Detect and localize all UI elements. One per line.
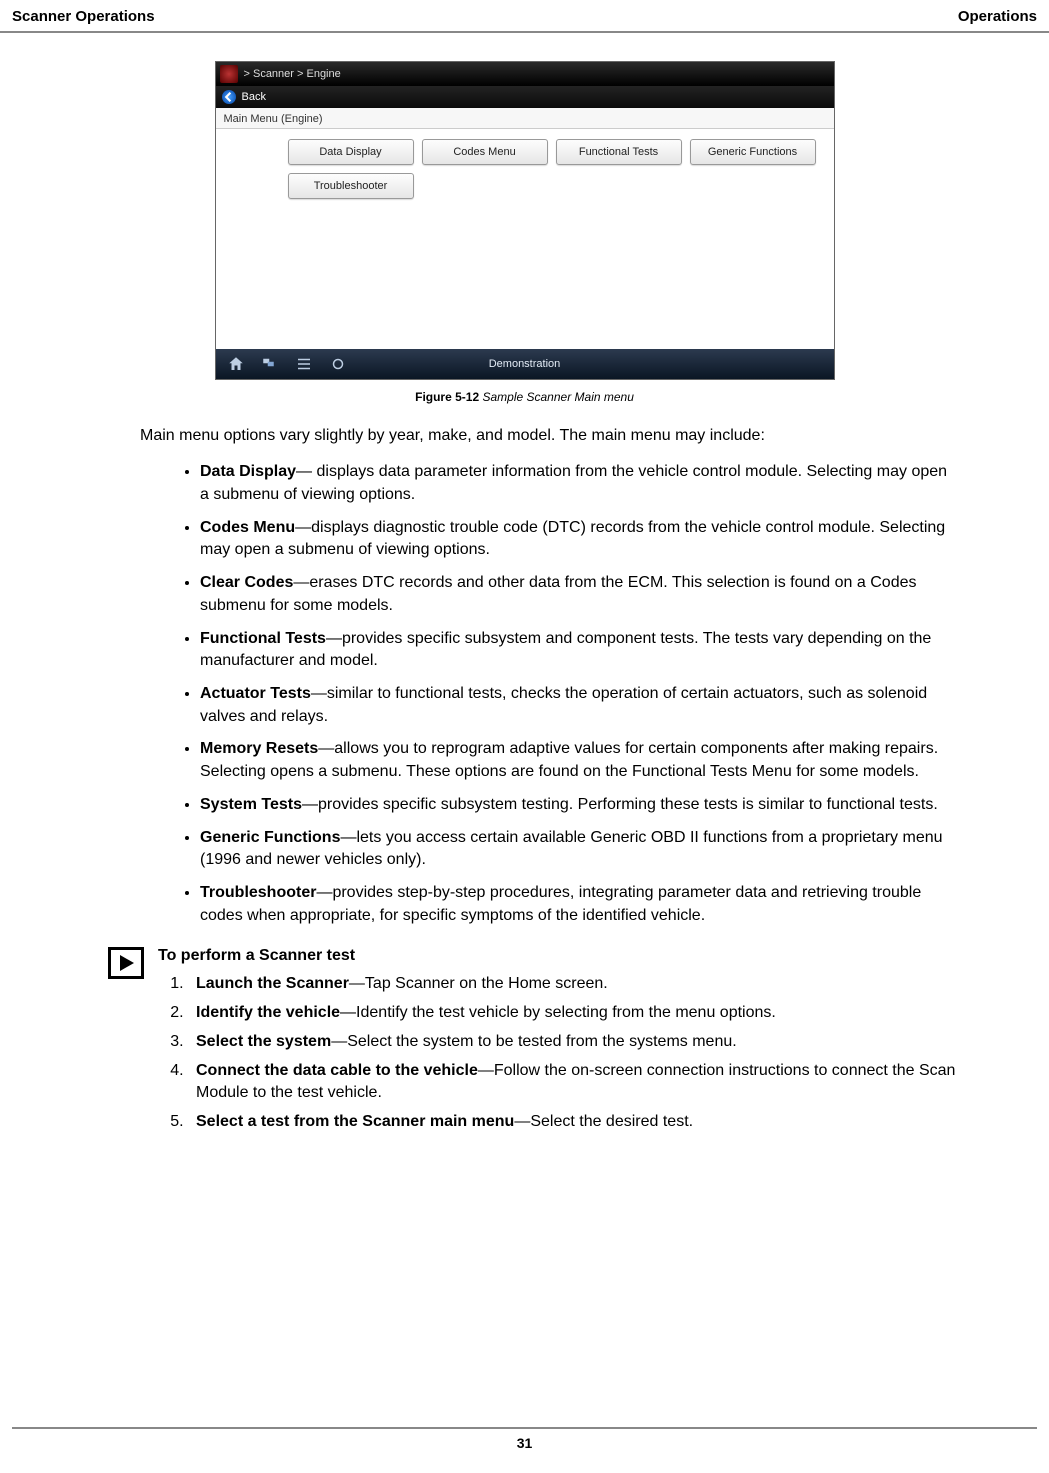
list-item: Codes Menu—displays diagnostic trouble c… xyxy=(200,517,959,562)
data-display-button[interactable]: Data Display xyxy=(288,139,414,165)
device-bottombar: Demonstration xyxy=(216,349,834,379)
list-item: Clear Codes—erases DTC records and other… xyxy=(200,572,959,617)
screen-title: Main Menu (Engine) xyxy=(216,108,834,129)
button-area: Data Display Codes Menu Functional Tests… xyxy=(216,129,834,349)
procedure-body: To perform a Scanner test Launch the Sca… xyxy=(158,947,999,1139)
list-item: Data Display— displays data parameter in… xyxy=(200,461,959,506)
term: Actuator Tests xyxy=(200,685,311,702)
step-term: Select the system xyxy=(196,1033,331,1050)
term: Generic Functions xyxy=(200,829,340,846)
device-screenshot: > Scanner > Engine Back Main Menu (Engin… xyxy=(215,61,835,380)
page-content: > Scanner > Engine Back Main Menu (Engin… xyxy=(0,33,1049,1140)
generic-functions-button[interactable]: Generic Functions xyxy=(690,139,816,165)
list-item: Actuator Tests—similar to functional tes… xyxy=(200,683,959,728)
figure-caption: Figure 5-12 Sample Scanner Main menu xyxy=(215,390,835,404)
desc: — displays data parameter information fr… xyxy=(200,463,947,503)
caption-number: Figure 5-12 xyxy=(415,390,479,404)
list-item: Functional Tests—provides specific subsy… xyxy=(200,628,959,673)
step: Launch the Scanner—Tap Scanner on the Ho… xyxy=(188,973,959,996)
caption-text: Sample Scanner Main menu xyxy=(479,390,634,404)
back-label[interactable]: Back xyxy=(242,91,266,103)
list-item: System Tests—provides specific subsystem… xyxy=(200,794,959,817)
list-item: Troubleshooter—provides step-by-step pro… xyxy=(200,882,959,927)
list-icon[interactable] xyxy=(294,354,314,374)
term: Functional Tests xyxy=(200,630,326,647)
troubleshooter-button[interactable]: Troubleshooter xyxy=(288,173,414,199)
page-number: 31 xyxy=(12,1427,1037,1451)
step-desc: —Tap Scanner on the Home screen. xyxy=(349,975,608,992)
step-term: Select a test from the Scanner main menu xyxy=(196,1113,514,1130)
header-right: Operations xyxy=(958,8,1037,25)
device-topbar: > Scanner > Engine xyxy=(216,62,834,86)
procedure-title: To perform a Scanner test xyxy=(158,947,959,965)
definitions-list: Data Display— displays data parameter in… xyxy=(200,461,959,927)
step-desc: —Select the desired test. xyxy=(514,1113,693,1130)
list-item: Memory Resets—allows you to reprogram ad… xyxy=(200,738,959,783)
demo-label: Demonstration xyxy=(489,358,561,370)
procedure-steps: Launch the Scanner—Tap Scanner on the Ho… xyxy=(188,973,959,1133)
step: Select the system—Select the system to b… xyxy=(188,1031,959,1054)
functional-tests-button[interactable]: Functional Tests xyxy=(556,139,682,165)
button-row-2: Troubleshooter xyxy=(288,173,820,199)
home-icon[interactable] xyxy=(226,354,246,374)
step: Identify the vehicle—Identify the test v… xyxy=(188,1002,959,1025)
step-term: Connect the data cable to the vehicle xyxy=(196,1062,478,1079)
page-header: Scanner Operations Operations xyxy=(0,0,1049,33)
procedure-block: To perform a Scanner test Launch the Sca… xyxy=(50,947,999,1139)
term: System Tests xyxy=(200,796,302,813)
term: Codes Menu xyxy=(200,519,295,536)
step-desc: —Select the system to be tested from the… xyxy=(331,1033,737,1050)
term: Troubleshooter xyxy=(200,884,316,901)
step: Select a test from the Scanner main menu… xyxy=(188,1111,959,1134)
intro-paragraph: Main menu options vary slightly by year,… xyxy=(140,424,999,447)
button-row-1: Data Display Codes Menu Functional Tests… xyxy=(288,139,820,165)
procedure-play-icon xyxy=(108,947,144,979)
tool-icon[interactable] xyxy=(328,354,348,374)
desc: —provides specific subsystem testing. Pe… xyxy=(302,796,938,813)
term: Memory Resets xyxy=(200,740,318,757)
header-left: Scanner Operations xyxy=(12,8,155,25)
app-logo-icon xyxy=(220,65,238,83)
list-item: Generic Functions—lets you access certai… xyxy=(200,827,959,872)
term: Clear Codes xyxy=(200,574,293,591)
back-bar: Back xyxy=(216,86,834,108)
desc: —erases DTC records and other data from … xyxy=(200,574,916,614)
figure-wrap: > Scanner > Engine Back Main Menu (Engin… xyxy=(215,61,835,404)
breadcrumb: > Scanner > Engine xyxy=(244,68,341,80)
step-term: Launch the Scanner xyxy=(196,975,349,992)
step-desc: —Identify the test vehicle by selecting … xyxy=(340,1004,776,1021)
back-icon[interactable] xyxy=(222,90,236,104)
step-term: Identify the vehicle xyxy=(196,1004,340,1021)
term: Data Display xyxy=(200,463,296,480)
step: Connect the data cable to the vehicle—Fo… xyxy=(188,1060,959,1105)
windows-icon[interactable] xyxy=(260,354,280,374)
desc: —displays diagnostic trouble code (DTC) … xyxy=(200,519,945,559)
codes-menu-button[interactable]: Codes Menu xyxy=(422,139,548,165)
